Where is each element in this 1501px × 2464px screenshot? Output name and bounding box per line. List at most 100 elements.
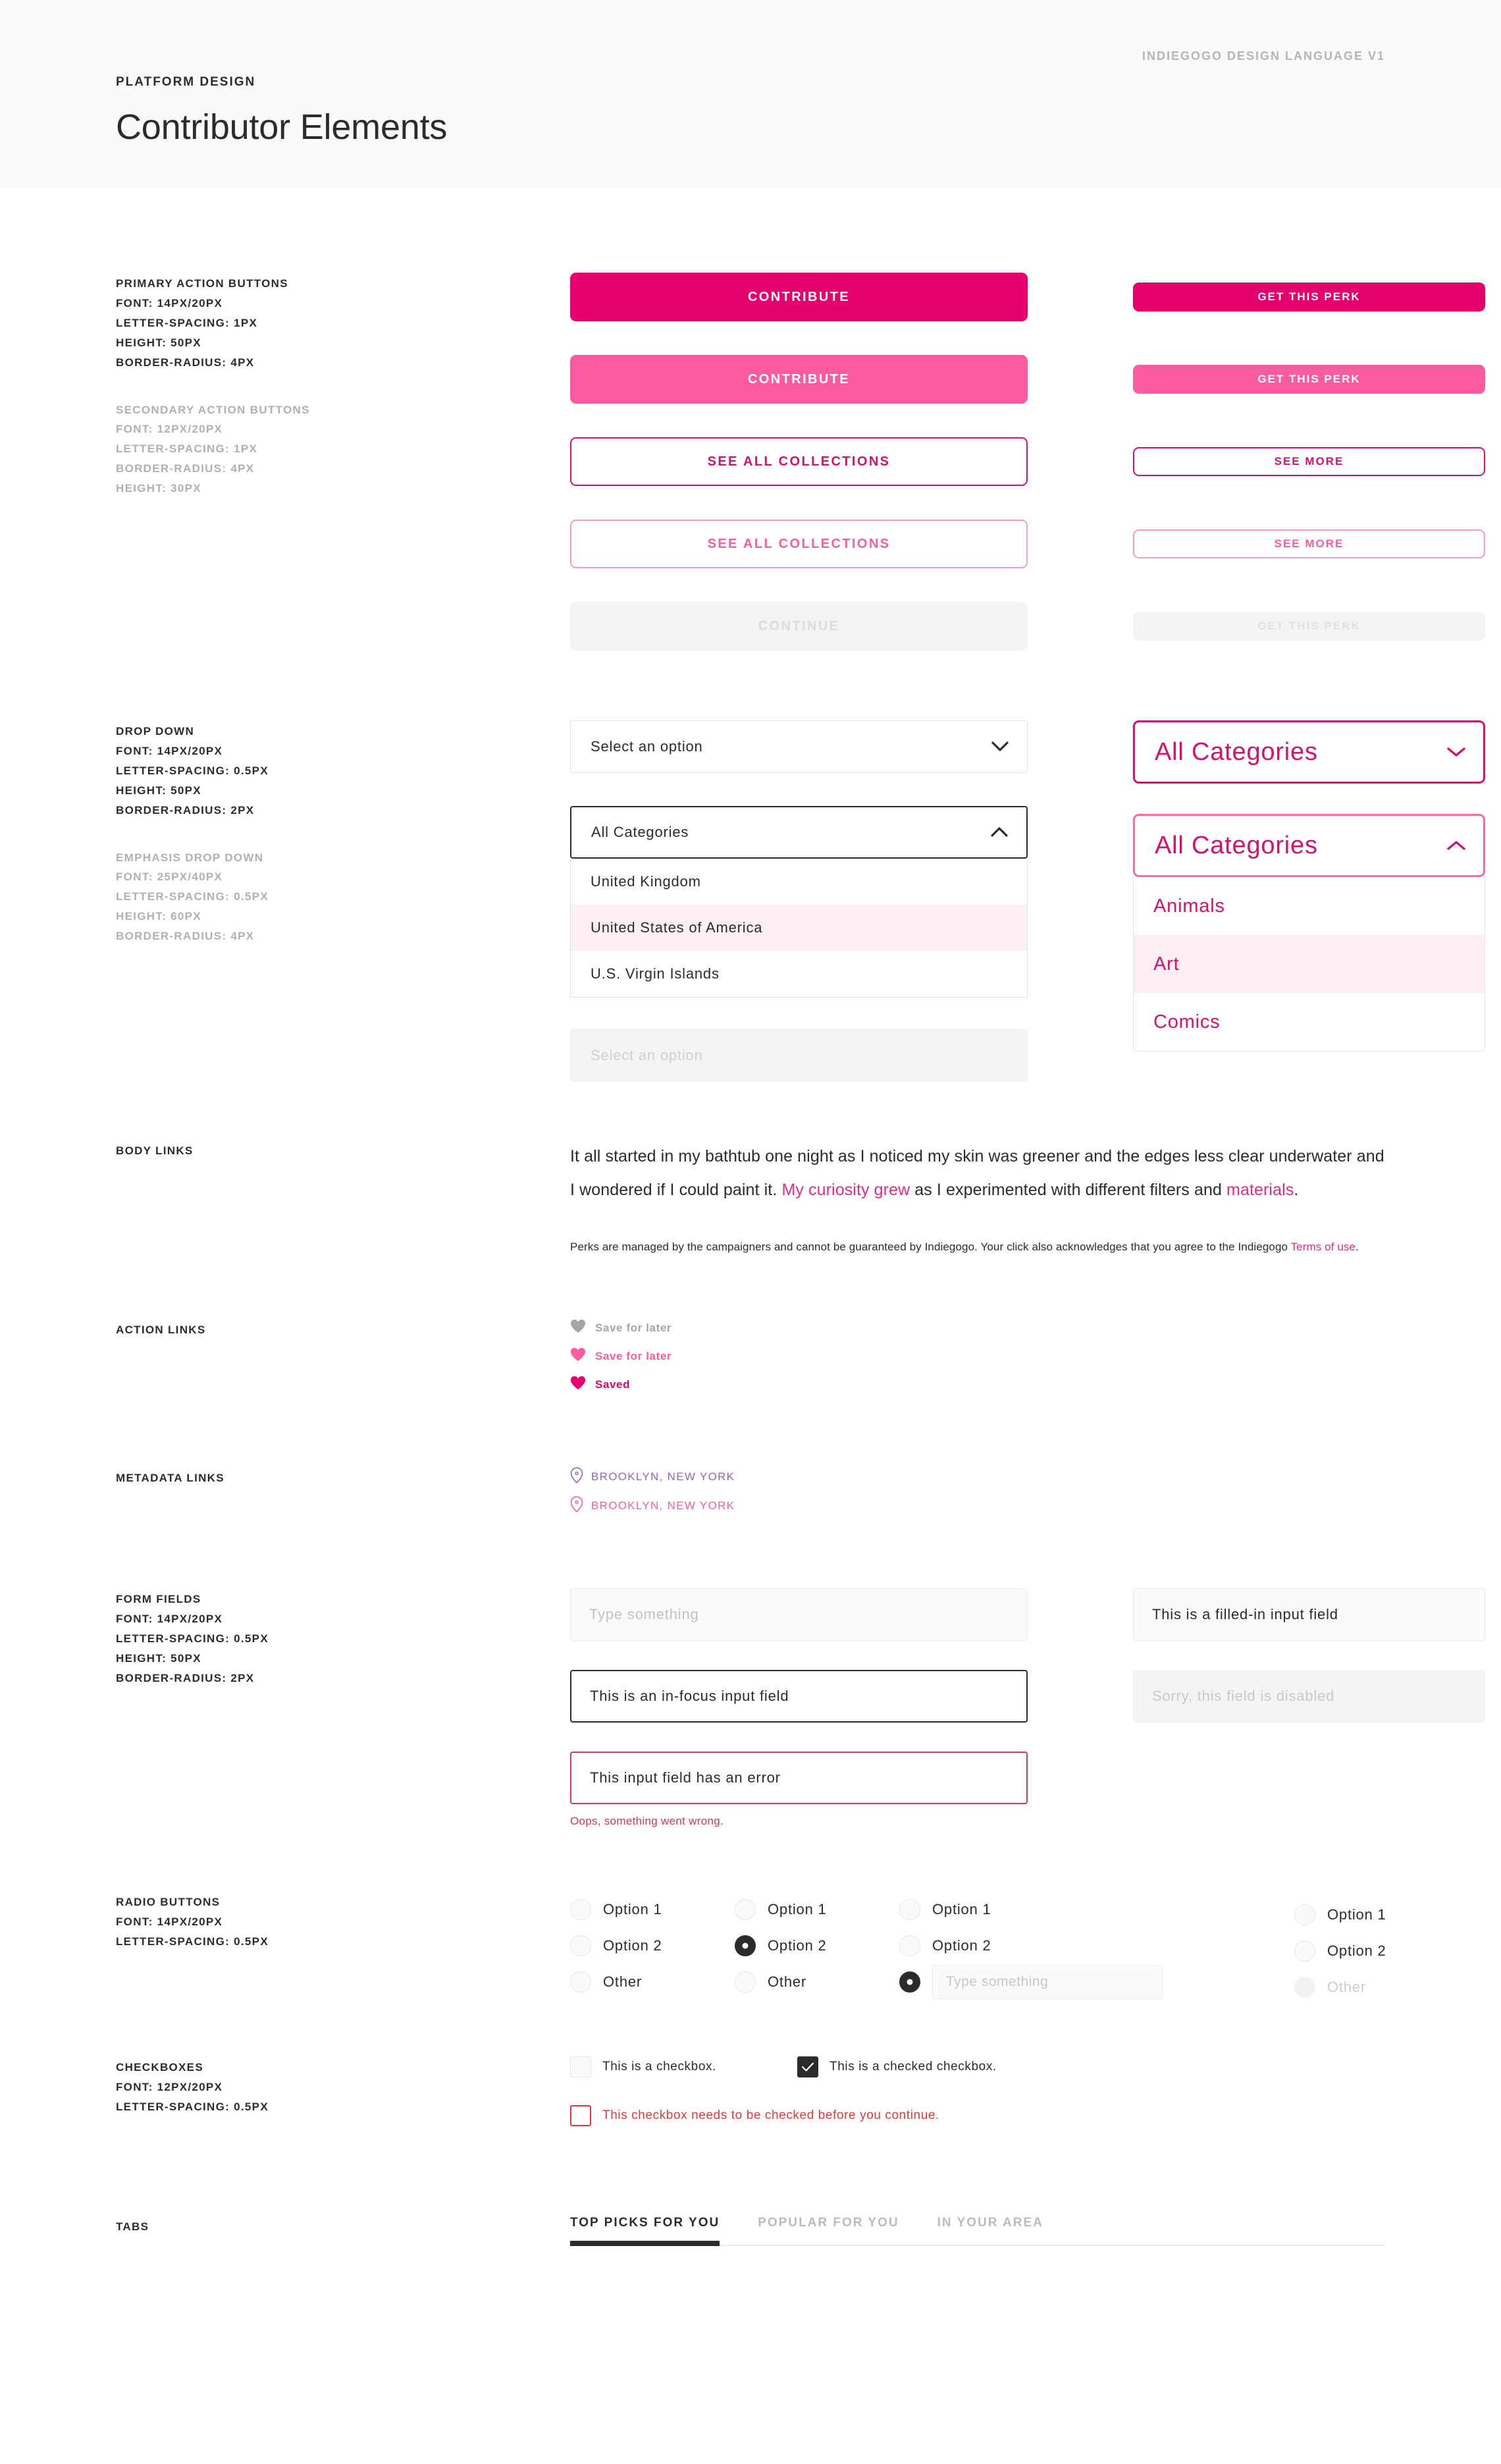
see-all-collections-button[interactable]: SEE ALL COLLECTIONS	[570, 437, 1028, 486]
radio-icon[interactable]	[735, 1971, 756, 1993]
demo-column-action-links: Save for later Save for later Saved	[570, 1319, 1385, 1404]
radio-icon[interactable]	[570, 1898, 591, 1920]
radio-option[interactable]: Option 1	[899, 1891, 1294, 1927]
radio-icon-selected[interactable]	[735, 1935, 756, 1956]
radio-option[interactable]: Option 1	[570, 1891, 735, 1927]
tab-in-your-area[interactable]: IN YOUR AREA	[937, 2216, 1043, 2245]
demo-column-checkboxes: This is a checkbox. This is a checked ch…	[570, 2056, 1385, 2127]
filled-input-field[interactable]: This is a filled-in input field	[1133, 1588, 1485, 1642]
spec-line: BORDER-RADIUS: 2PX	[116, 803, 255, 817]
radio-icon[interactable]	[570, 1935, 591, 1956]
dropdown-disabled-head: Select an option	[570, 1029, 1028, 1082]
radio-label: Option 1	[1327, 1906, 1386, 1923]
saved-link[interactable]: Saved	[570, 1376, 1385, 1393]
contribute-button[interactable]: CONTRIBUTE	[570, 273, 1028, 321]
spec-title: ACTION LINKS	[116, 1324, 206, 1337]
checkbox-error[interactable]: This checkbox needs to be checked before…	[570, 2105, 1385, 2127]
spec-line: BORDER-RADIUS: 4PX	[116, 930, 255, 943]
radio-other-input[interactable]: Type something	[932, 1964, 1163, 1999]
radio-icon[interactable]	[899, 1898, 920, 1920]
terms-of-use-link[interactable]: Terms of use	[1291, 1241, 1356, 1253]
error-input-field[interactable]: This input field has an error	[570, 1752, 1028, 1805]
action-link-label: Save for later	[595, 1322, 672, 1335]
spec-line: LETTER-SPACING: 0.5PX	[116, 2101, 269, 2113]
radio-icon[interactable]	[570, 1971, 591, 1993]
tab-popular-for-you[interactable]: POPULAR FOR YOU	[758, 2216, 899, 2245]
chevron-down-icon	[1446, 746, 1466, 758]
emphasis-dropdown-collapsed[interactable]: All Categories	[1133, 720, 1485, 784]
demo-column-form-fields: Type something This is an in-focus input…	[570, 1588, 1485, 1828]
tab-bar: TOP PICKS FOR YOU POPULAR FOR YOU IN YOU…	[570, 2216, 1385, 2246]
contribute-button-hover[interactable]: CONTRIBUTE	[570, 355, 1028, 404]
spec-column-buttons: PRIMARY ACTION BUTTONS FONT: 14PX/20PX L…	[116, 273, 570, 526]
button-stack-left: CONTRIBUTE CONTRIBUTE SEE ALL COLLECTION…	[570, 273, 1028, 651]
dropdown-collapsed[interactable]: Select an option	[570, 720, 1028, 773]
focused-input-field[interactable]: This is an in-focus input field	[570, 1670, 1028, 1723]
checkbox-checked[interactable]: This is a checked checkbox.	[797, 2056, 997, 2078]
page-header: INDIEGOGO DESIGN LANGUAGE V1 PLATFORM DE…	[0, 0, 1501, 188]
demo-column-dropdowns: Select an option All Categories United K…	[570, 720, 1485, 1082]
perk-slot: GET THIS PERK	[1133, 273, 1485, 321]
dropdown-expanded[interactable]: All Categories United Kingdom United Sta…	[570, 806, 1028, 998]
dropdown-expanded-head[interactable]: All Categories	[570, 806, 1028, 859]
save-for-later-link[interactable]: Save for later	[570, 1319, 1385, 1337]
dropdown-stack-emphasis: All Categories All Categories Animals Ar…	[1133, 720, 1485, 1082]
see-all-collections-button-hover[interactable]: SEE ALL COLLECTIONS	[570, 520, 1028, 568]
continue-button-disabled: CONTINUE	[570, 602, 1028, 651]
checkbox-icon-error[interactable]	[570, 2105, 591, 2127]
see-more-button-hover[interactable]: SEE MORE	[1133, 529, 1485, 558]
checkbox-label: This is a checkbox.	[602, 2060, 716, 2074]
tab-top-picks-for-you[interactable]: TOP PICKS FOR YOU	[570, 2216, 720, 2246]
body-text-part: as I experimented with different filters…	[910, 1181, 1227, 1200]
empty-input-field[interactable]: Type something	[570, 1588, 1028, 1642]
radio-icon[interactable]	[735, 1898, 756, 1920]
dropdown-disabled: Select an option	[570, 1029, 1028, 1082]
location-link-visited[interactable]: BROOKLYN, NEW YORK	[570, 1467, 1385, 1487]
checkbox-icon[interactable]	[570, 2056, 591, 2078]
dropdown-option[interactable]: Animals	[1134, 877, 1485, 935]
radio-option[interactable]: Other	[570, 1964, 735, 2000]
see-more-button[interactable]: SEE MORE	[1133, 447, 1485, 476]
radio-option-other[interactable]: Type something	[899, 1964, 1294, 2000]
dropdown-option[interactable]: U.S. Virgin Islands	[571, 951, 1027, 997]
get-this-perk-button-hover[interactable]: GET THIS PERK	[1133, 365, 1485, 394]
checkbox-unchecked[interactable]: This is a checkbox.	[570, 2056, 797, 2078]
save-for-later-link-hover[interactable]: Save for later	[570, 1347, 1385, 1365]
radio-option[interactable]: Option 1	[735, 1891, 899, 1927]
dropdown-option-highlighted[interactable]: Art	[1134, 935, 1485, 993]
radio-label: Option 2	[603, 1937, 662, 1954]
radio-option[interactable]: Option 2	[570, 1927, 735, 1964]
spec-line: BORDER-RADIUS: 4PX	[116, 462, 255, 475]
column-spacer	[1028, 273, 1133, 651]
emphasis-dropdown-expanded[interactable]: All Categories Animals Art Comics	[1133, 814, 1485, 1052]
spec-line: FONT: 14PX/20PX	[116, 1613, 223, 1626]
spec-drop-down: DROP DOWN FONT: 14PX/20PX LETTER-SPACING…	[116, 722, 570, 820]
emphasis-dropdown-option-list: Animals Art Comics	[1133, 877, 1485, 1052]
get-this-perk-button[interactable]: GET THIS PERK	[1133, 282, 1485, 311]
radio-icon-selected[interactable]	[899, 1971, 920, 1993]
checkmark-icon[interactable]	[797, 2056, 818, 2078]
spec-line: LETTER-SPACING: 1PX	[116, 442, 258, 456]
dropdown-option-highlighted[interactable]: United States of America	[571, 905, 1027, 951]
spec-line: HEIGHT: 50PX	[116, 784, 201, 797]
heart-icon	[570, 1376, 586, 1393]
dropdown-collapsed-head[interactable]: Select an option	[570, 720, 1028, 773]
dropdown-option[interactable]: Comics	[1134, 993, 1485, 1051]
radio-option-selected[interactable]: Option 2	[735, 1927, 899, 1964]
action-link-label: Saved	[595, 1378, 631, 1391]
emphasis-dropdown-collapsed-head[interactable]: All Categories	[1133, 720, 1485, 784]
radio-icon[interactable]	[1294, 1904, 1315, 1925]
radio-option[interactable]: Option 2	[899, 1927, 1294, 1964]
body-inline-link[interactable]: materials	[1226, 1181, 1294, 1199]
radio-option[interactable]: Option 1	[1294, 1896, 1492, 1933]
radio-icon[interactable]	[1294, 1940, 1315, 1962]
radio-option[interactable]: Option 2	[1294, 1933, 1492, 1969]
location-link-hover[interactable]: BROOKLYN, NEW YORK	[570, 1496, 1385, 1516]
spec-title: RADIO BUTTONS	[116, 1896, 221, 1909]
dropdown-option[interactable]: United Kingdom	[571, 859, 1027, 905]
radio-icon[interactable]	[899, 1935, 920, 1956]
body-inline-link[interactable]: My curiosity grew	[781, 1181, 910, 1199]
radio-option[interactable]: Other	[735, 1964, 899, 2000]
emphasis-dropdown-expanded-head[interactable]: All Categories	[1133, 814, 1485, 877]
spec-title: BODY LINKS	[116, 1144, 194, 1157]
